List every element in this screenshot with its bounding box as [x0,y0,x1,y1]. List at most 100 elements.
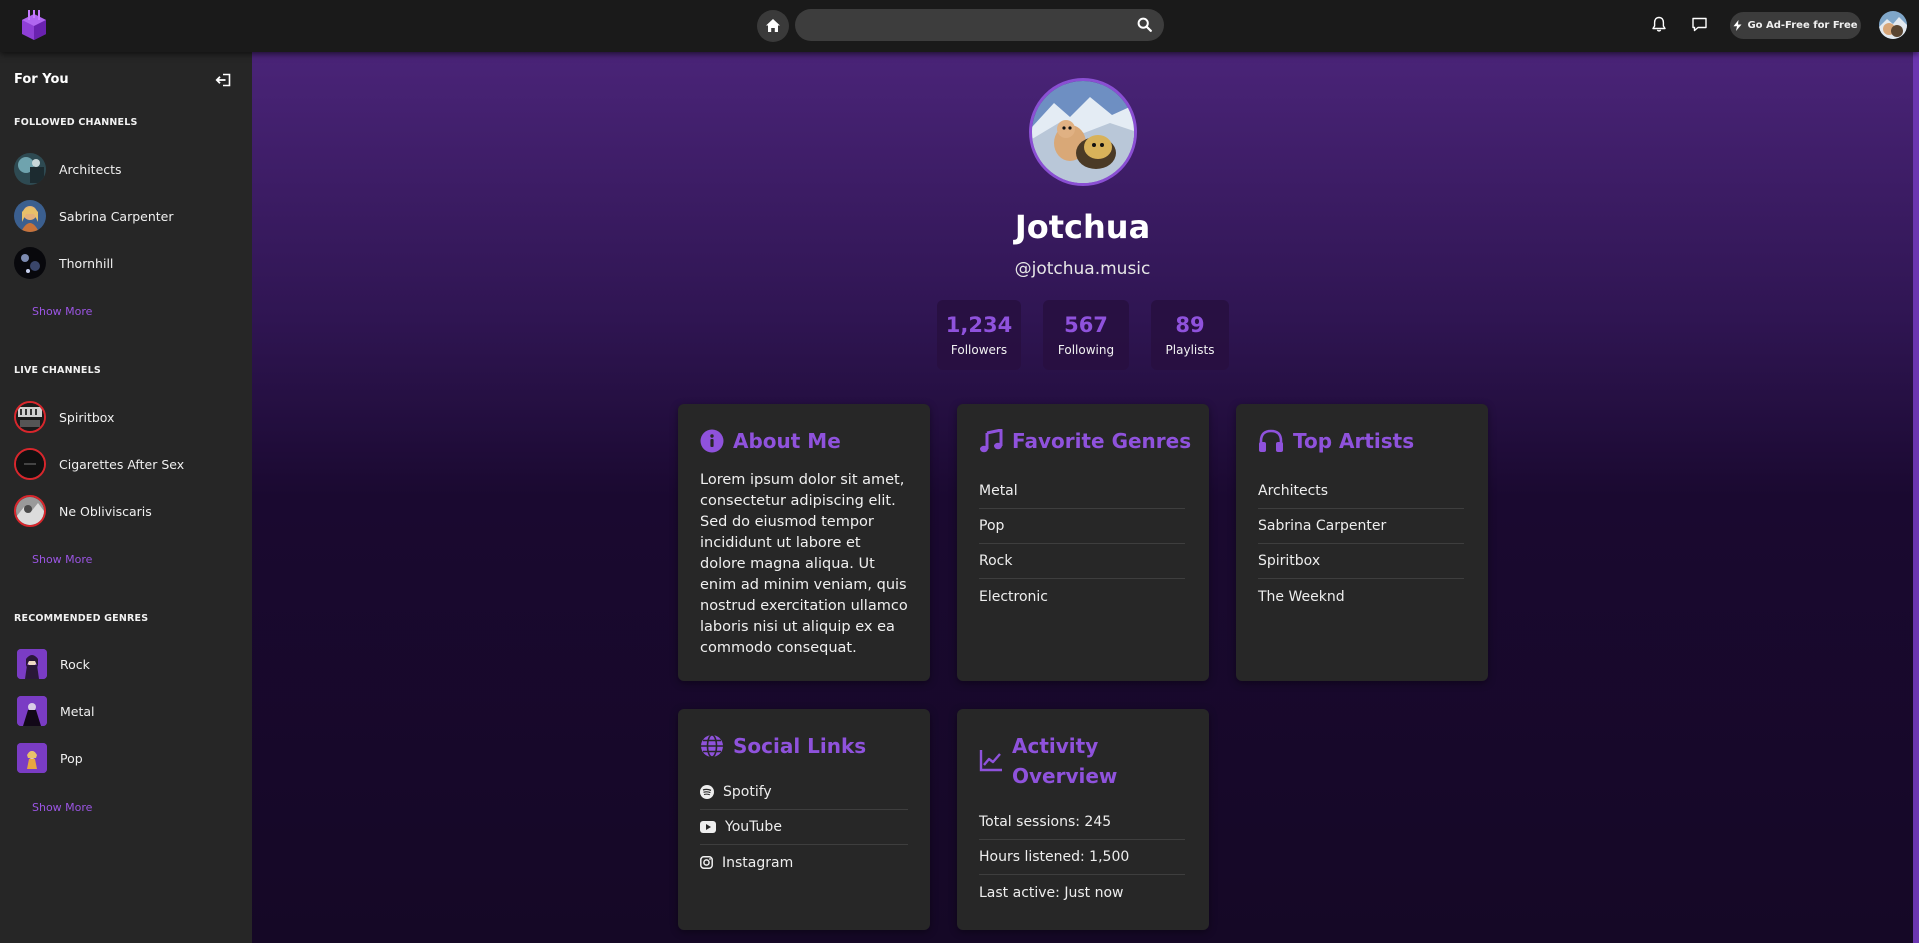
genre-thumbnail [17,696,47,726]
about-me-card: About Me Lorem ipsum dolor sit amet, con… [678,404,930,681]
sidebar-item-cigarettes-after-sex[interactable]: Cigarettes After Sex [14,444,238,484]
card-header: Social Links [700,731,866,761]
card-header: Top Artists [1258,426,1414,456]
youtube-icon [700,821,716,833]
search-input[interactable] [795,9,1164,41]
social-link-youtube[interactable]: YouTube [700,810,908,845]
card-title: Favorite Genres [1012,429,1192,453]
artist-item[interactable]: Architects [1258,474,1464,509]
stat-label: Followers [950,343,1008,357]
sidebar-item-sabrina-carpenter[interactable]: Sabrina Carpenter [14,196,238,236]
lightning-icon [1733,20,1742,31]
social-link-label: Spotify [723,784,772,800]
music-note-icon [980,429,1003,453]
sidebar-item-metal[interactable]: Metal [14,691,238,731]
sidebar-item-spiritbox[interactable]: Spiritbox [14,397,238,437]
stat-label: Following [1057,343,1115,357]
card-header: Activity Overview [979,731,1117,791]
genre-thumbnail [17,649,47,679]
social-link-instagram[interactable]: Instagram [700,845,908,880]
card-title-line2: Overview [1012,764,1118,788]
stat-value: 567 [1064,313,1108,337]
line-chart-icon [979,750,1002,772]
genres-show-more-link[interactable]: Show More [32,801,92,814]
channel-avatar [14,200,46,232]
go-ad-free-label: Go Ad-Free for Free [1747,20,1858,31]
card-title: Top Artists [1293,429,1415,453]
sidebar-item-label: Ne Obliviscaris [59,503,152,519]
home-button[interactable] [757,10,789,42]
artist-item[interactable]: Sabrina Carpenter [1258,509,1464,544]
sidebar-item-label: Cigarettes After Sex [59,456,185,472]
card-header: About Me [700,426,841,456]
stat-followers[interactable]: 1,234 Followers [937,300,1021,370]
go-ad-free-button[interactable]: Go Ad-Free for Free [1730,12,1861,39]
stat-playlists[interactable]: 89 Playlists [1151,300,1229,370]
live-show-more-link[interactable]: Show More [32,553,92,566]
activity-item: Total sessions: 245 [979,805,1185,840]
globe-icon [701,734,723,758]
top-bar: Go Ad-Free for Free [0,0,1919,52]
sidebar-item-label: Spiritbox [59,409,115,425]
logo-icon[interactable] [20,10,48,42]
notifications-bell-icon[interactable] [1651,16,1667,37]
artist-item[interactable]: The Weeknd [1258,579,1464,614]
profile-avatar [1029,78,1137,186]
sidebar-item-label: Thornhill [59,255,114,271]
activity-item: Hours listened: 1,500 [979,840,1185,875]
channel-avatar [14,247,46,279]
sidebar-item-rock[interactable]: Rock [14,644,238,684]
sidebar-item-label: Metal [60,703,95,719]
user-avatar[interactable] [1879,11,1907,39]
sidebar-item-label: Architects [59,161,122,177]
sidebar-item-label: Pop [60,750,83,766]
sidebar-item-ne-obliviscaris[interactable]: Ne Obliviscaris [14,491,238,531]
card-title-line1: Activity [1012,734,1099,758]
card-header: Favorite Genres [979,426,1191,456]
sidebar-item-pop[interactable]: Pop [14,738,238,778]
genre-thumbnail [17,743,47,773]
messages-icon[interactable] [1691,16,1708,37]
genre-item[interactable]: Rock [979,544,1185,579]
followed-show-more-link[interactable]: Show More [32,305,92,318]
sidebar-title: For You [14,72,69,87]
card-title: Social Links [733,734,867,758]
genre-item[interactable]: Pop [979,509,1185,544]
activity-item: Last active: Just now [979,884,1124,901]
favorite-genres-card: Favorite Genres Metal Pop Rock Electroni… [957,404,1209,681]
live-channel-avatar [14,448,46,480]
profile-page: Jotchua @jotchua.music 1,234 Followers 5… [252,52,1919,943]
info-icon [700,429,724,453]
activity-overview-card: Activity Overview Total sessions: 245 Ho… [957,709,1209,930]
social-link-label: YouTube [725,819,782,835]
sidebar: For You FOLLOWED CHANNELS Architects Sab… [0,52,252,943]
channel-avatar [14,153,46,185]
social-link-spotify[interactable]: Spotify [700,775,908,810]
search-icon[interactable] [1137,17,1152,36]
spotify-icon [700,785,714,799]
sidebar-item-label: Rock [60,656,90,672]
headphones-icon [1259,429,1283,452]
stat-following[interactable]: 567 Following [1043,300,1129,370]
social-link-label: Instagram [722,854,794,871]
stat-value: 1,234 [945,313,1013,337]
genre-item[interactable]: Electronic [979,579,1185,614]
sidebar-item-architects[interactable]: Architects [14,149,238,189]
social-links-card: Social Links Spotify YouTube Instagram [678,709,930,930]
top-artists-card: Top Artists Architects Sabrina Carpenter… [1236,404,1488,681]
artist-item[interactable]: Spiritbox [1258,544,1464,579]
card-title: About Me [733,429,841,453]
stat-value: 89 [1175,313,1205,337]
sidebar-item-thornhill[interactable]: Thornhill [14,243,238,283]
instagram-icon [700,856,713,869]
profile-name: Jotchua [1014,208,1151,246]
stat-label: Playlists [1165,343,1215,357]
home-icon [766,19,780,32]
collapse-sidebar-icon[interactable] [215,72,231,91]
scrollbar-thumb[interactable] [1913,52,1919,943]
live-channel-avatar [14,495,46,527]
search-bar [795,9,1164,41]
profile-handle: @jotchua.music [1014,259,1151,279]
live-channels-heading: LIVE CHANNELS [14,365,101,376]
genre-item[interactable]: Metal [979,474,1185,509]
